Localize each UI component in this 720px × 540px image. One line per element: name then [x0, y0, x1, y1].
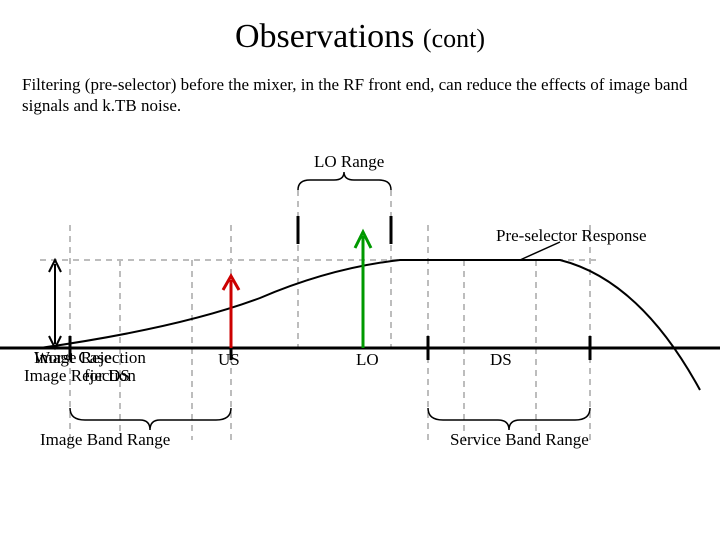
diagram-svg: [0, 130, 720, 520]
diagram-stage: LO Range Pre-selector Response Image Rej…: [0, 130, 720, 520]
intro-paragraph: Filtering (pre-selector) before the mixe…: [0, 56, 720, 117]
label-ds: DS: [490, 350, 512, 370]
label-for-ds: for DS: [84, 366, 130, 386]
page-title-sub: (cont): [423, 24, 485, 53]
label-us: US: [218, 350, 240, 370]
label-lo: LO: [356, 350, 379, 370]
page-title: Observations: [235, 18, 414, 55]
label-image-band-range: Image Band Range: [40, 430, 170, 450]
label-service-band-range: Service Band Range: [450, 430, 589, 450]
label-lo-range: LO Range: [314, 152, 384, 172]
label-worst-case: Worst Case: [34, 348, 111, 368]
label-preselector-response: Pre-selector Response: [496, 226, 647, 246]
